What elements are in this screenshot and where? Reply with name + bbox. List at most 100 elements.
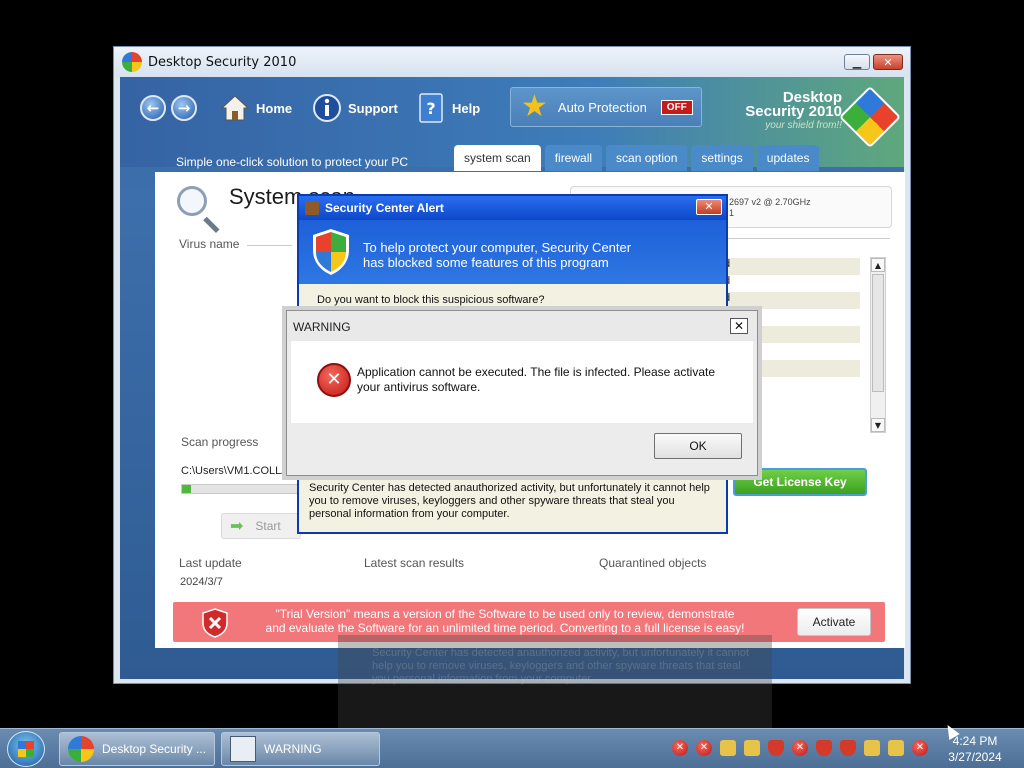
dialog-title: Security Center Alert	[325, 201, 444, 215]
help-book-icon: ?	[416, 93, 446, 123]
taskbar-item-label: WARNING	[264, 742, 322, 756]
nav-support-label: Support	[348, 100, 398, 116]
windows-shield-icon	[313, 229, 349, 275]
warning-message: Application cannot be executed. The file…	[357, 365, 716, 394]
list-item[interactable]: d	[720, 258, 860, 275]
close-button[interactable]: ✕	[696, 199, 722, 215]
nav-help[interactable]: ? Help	[416, 93, 480, 123]
alert-header-line1: To help protect your computer, Security …	[363, 240, 632, 255]
app-logo-icon	[68, 736, 94, 762]
close-button[interactable]: ✕	[873, 54, 903, 70]
brand-name: Desktop Security 2010 your shield from!!	[732, 90, 842, 133]
tab-updates[interactable]: updates	[756, 145, 820, 171]
scrollbar[interactable]: ▲ ▼	[870, 257, 886, 433]
last-update-label: Last update	[179, 556, 242, 570]
window-titlebar[interactable]: Desktop Security 2010 ▁ ✕	[114, 47, 910, 77]
volume-muted-icon[interactable]: ✕	[912, 740, 928, 756]
nav-bar: ← → Home Support ? Help ★ Auto Protectio…	[120, 77, 904, 171]
info-icon	[312, 93, 342, 123]
scan-progress-fill	[182, 485, 192, 493]
tab-bar: system scan firewall scan option setting…	[454, 145, 823, 171]
star-icon: ★	[521, 90, 548, 123]
shield-icon[interactable]	[768, 740, 784, 756]
desktop: Desktop Security 2010 ▁ ✕ ← → Home Suppo…	[0, 0, 1024, 768]
latest-scan-results-label: Latest scan results	[364, 556, 465, 570]
magnifier-icon	[177, 186, 207, 216]
dialog-titlebar[interactable]: Security Center Alert ✕	[299, 196, 726, 220]
alert-header-line2: has blocked some features of this progra…	[363, 255, 609, 270]
minimize-button[interactable]: ▁	[844, 54, 870, 70]
security-app-icon[interactable]	[720, 740, 736, 756]
nav-help-label: Help	[452, 100, 481, 116]
scroll-down-arrow-icon[interactable]: ▼	[871, 418, 885, 432]
auto-protection-status-badge: OFF	[660, 99, 693, 115]
monitor-icon[interactable]	[888, 740, 904, 756]
error-x-icon[interactable]: ✕	[696, 740, 712, 756]
tagline: Simple one-click solution to protect you…	[176, 155, 409, 169]
taskbar: Desktop Security ... WARNING ✕ ✕ ✕ ✕ 4:2…	[0, 728, 1024, 768]
list-item[interactable]: d	[720, 275, 860, 292]
tab-scan-option[interactable]: scan option	[606, 145, 688, 171]
warning-dialog: WARNING ✕ ✕ Application cannot be execut…	[286, 310, 758, 476]
brand-tagline: your shield from!!	[765, 120, 842, 131]
cpu-info-line2: 1	[729, 208, 735, 218]
taskbar-item-desktop-security[interactable]: Desktop Security ...	[59, 732, 215, 766]
dialog-titlebar[interactable]: WARNING ✕	[287, 311, 757, 341]
security-center-icon	[305, 201, 319, 215]
faded-tooltip-text: Security Center has detected anauthorize…	[372, 647, 750, 685]
error-x-icon[interactable]: ✕	[672, 740, 688, 756]
last-update-date: 2024/3/7	[180, 576, 223, 588]
nav-home[interactable]: Home	[220, 93, 292, 123]
close-button[interactable]: ✕	[730, 318, 748, 334]
scroll-up-arrow-icon[interactable]: ▲	[871, 258, 885, 272]
shield-x-icon[interactable]	[840, 740, 856, 756]
auto-protection-toggle[interactable]: ★ Auto Protection OFF	[510, 87, 702, 127]
start-label: Start	[255, 519, 281, 533]
forward-arrow-icon[interactable]: →	[171, 95, 197, 121]
taskbar-item-label: Desktop Security ...	[102, 742, 207, 756]
nav-support[interactable]: Support	[312, 93, 398, 123]
tab-settings[interactable]: settings	[691, 145, 753, 171]
tab-system-scan[interactable]: system scan	[454, 145, 541, 171]
ok-button[interactable]: OK	[654, 433, 742, 459]
dialog-title: WARNING	[293, 320, 351, 334]
error-x-icon: ✕	[317, 363, 351, 397]
virus-name-label: Virus name	[179, 237, 240, 251]
back-arrow-icon[interactable]: ←	[140, 95, 166, 121]
alert-header-text: To help protect your computer, Security …	[363, 240, 631, 270]
brand-logo-icon	[838, 85, 902, 149]
shield-x-icon[interactable]	[816, 740, 832, 756]
faded-tooltip: Security Center has detected anauthorize…	[338, 635, 772, 729]
taskbar-item-warning[interactable]: WARNING	[221, 732, 380, 766]
error-x-icon[interactable]: ✕	[792, 740, 808, 756]
quarantined-objects-label: Quarantined objects	[599, 556, 707, 570]
nav-home-label: Home	[256, 100, 293, 116]
svg-text:?: ?	[426, 99, 435, 118]
activate-button[interactable]: Activate	[797, 608, 871, 636]
window-icon	[230, 736, 256, 762]
brand-line2: Security 2010	[745, 103, 842, 120]
alert-body-text: Security Center has detected anauthorize…	[309, 482, 710, 520]
scan-progress-label: Scan progress	[181, 435, 259, 449]
list-item[interactable]: d	[720, 292, 860, 309]
start-scan-button[interactable]: ➡ Start	[221, 513, 301, 539]
trial-notice-line1: "Trial Version" means a version of the S…	[275, 607, 735, 621]
system-tray: ✕ ✕ ✕ ✕	[672, 740, 936, 756]
search-icon[interactable]	[864, 740, 880, 756]
auto-protection-label: Auto Protection	[557, 99, 647, 115]
shield-x-icon	[202, 608, 228, 638]
trial-notice: "Trial Version" means a version of the S…	[245, 607, 765, 635]
trial-notice-line2: and evaluate the Software for an unlimit…	[265, 621, 745, 635]
divider	[247, 245, 292, 246]
taskbar-clock[interactable]: 4:24 PM 3/27/2024	[944, 733, 1006, 765]
start-button[interactable]	[7, 731, 45, 767]
cpu-info: 2697 v2 @ 2.70GHz 1	[729, 197, 811, 219]
divider	[720, 238, 890, 239]
alert-question: Do you want to block this suspicious sof…	[317, 294, 545, 306]
network-icon[interactable]	[744, 740, 760, 756]
warning-body: ✕ Application cannot be executed. The fi…	[291, 341, 753, 423]
tab-firewall[interactable]: firewall	[544, 145, 603, 171]
clock-date: 3/27/2024	[948, 750, 1002, 764]
alert-header: To help protect your computer, Security …	[299, 220, 726, 284]
scroll-thumb[interactable]	[872, 274, 884, 392]
